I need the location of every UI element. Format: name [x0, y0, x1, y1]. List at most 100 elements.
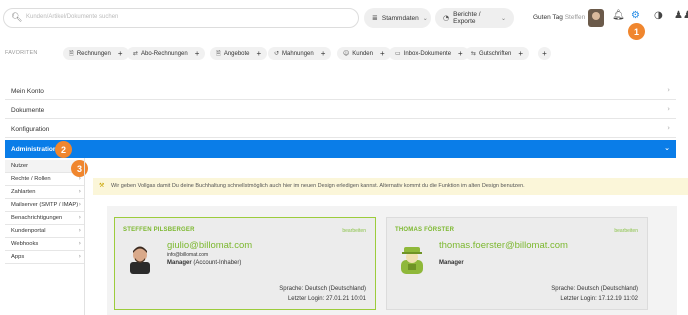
search-icon: 🔍︎: [11, 13, 23, 23]
add-favorite-button[interactable]: +: [538, 47, 551, 60]
search-input[interactable]: 🔍︎ Kunden/Artikel/Dokumente suchen: [3, 8, 359, 28]
gear-icon[interactable]: ⚙: [631, 11, 640, 21]
submenu-label: Apps: [11, 254, 25, 260]
user-avatar: [130, 246, 150, 274]
user-last-login: Letzter Login: 17.12.19 11:02: [560, 296, 638, 302]
callout-badge-3: 3: [71, 160, 88, 177]
edit-user-link[interactable]: bearbeiten: [614, 228, 638, 234]
info-notice: ⚒ Wir geben Vollgas damit Du deine Buchh…: [93, 178, 688, 195]
submenu-label: Mailserver (SMTP / IMAP): [11, 202, 79, 208]
bell-icon[interactable]: 🔔︎: [612, 11, 625, 21]
user-card-steffen[interactable]: STEFFEN PILSBERGER bearbeiten giulio@bil…: [114, 217, 376, 310]
favorite-rechnungen[interactable]: 🗎 Rechnungen +: [63, 47, 129, 60]
berichte-label: Berichte / Exporte: [453, 11, 481, 25]
document-icon: 🗎: [69, 49, 74, 57]
greeting-text: Guten Tag: [533, 14, 563, 21]
plus-icon[interactable]: +: [195, 49, 200, 58]
tools-icon: ⚒: [99, 182, 105, 189]
history-icon: ↺: [274, 50, 280, 57]
favorites-label: FAVORITEN: [5, 50, 38, 56]
chevron-right-icon: ›: [667, 105, 670, 113]
favorite-label: Kunden: [352, 50, 373, 57]
plus-icon[interactable]: +: [118, 49, 123, 58]
submenu-label: Rechte / Rollen: [11, 176, 51, 182]
chevron-right-icon: ›: [78, 214, 81, 221]
globe-icon[interactable]: ◑: [654, 11, 663, 21]
submenu-item-rechte-rollen[interactable]: Rechte / Rollen ›: [5, 173, 84, 186]
submenu-label: Webhooks: [11, 241, 39, 247]
submenu-item-mailserver[interactable]: Mailserver (SMTP / IMAP) ›: [5, 199, 84, 212]
accordion-label: Administration: [11, 146, 57, 153]
chevron-right-icon: ›: [667, 124, 670, 132]
submenu-label: Kundenportal: [11, 228, 46, 234]
chevron-down-icon: ⌄: [664, 144, 670, 152]
accordion-administration[interactable]: Administration ⌄: [5, 140, 676, 158]
database-icon: ≣: [372, 14, 378, 22]
user-language: Sprache: Deutsch (Deutschland): [279, 286, 366, 292]
favorite-gutschriften[interactable]: ⇆ Gutschriften +: [465, 47, 530, 60]
accordion-mein-konto[interactable]: Mein Konto ›: [5, 82, 676, 100]
user-role-title: Manager: [167, 260, 192, 266]
stammdaten-menu-button[interactable]: ≣ Stammdaten ⌄: [364, 8, 431, 28]
user-name: STEFFEN PILSBERGER: [123, 227, 195, 233]
accordion-label: Mein Konto: [11, 88, 44, 95]
notice-text: Wir geben Vollgas damit Du deine Buchhal…: [111, 183, 525, 189]
favorite-mahnungen[interactable]: ↺ Mahnungen +: [268, 47, 332, 60]
favorites-bar: FAVORITEN 🗎 Rechnungen + ⇄ Abo-Rechnunge…: [0, 44, 688, 62]
user-avatar: [401, 247, 423, 274]
favorite-label: Rechnungen: [76, 50, 111, 57]
submenu-item-apps[interactable]: Apps ›: [5, 251, 84, 264]
submenu-item-webhooks[interactable]: Webhooks ›: [5, 238, 84, 251]
top-bar: 🔍︎ Kunden/Artikel/Dokumente suchen ≣ Sta…: [0, 0, 688, 40]
inbox-icon: ▭: [395, 50, 401, 57]
plus-icon[interactable]: +: [518, 49, 523, 58]
refresh-icon: ⇄: [133, 50, 139, 57]
favorite-label: Angebote: [223, 50, 250, 57]
plus-icon[interactable]: +: [458, 49, 463, 58]
chevron-right-icon: ›: [78, 253, 81, 260]
avatar[interactable]: [588, 9, 604, 27]
user-secondary-email: info@billomat.com: [167, 252, 209, 258]
plus-icon[interactable]: +: [321, 49, 326, 58]
user-name: THOMAS FÖRSTER: [395, 227, 455, 233]
stammdaten-label: Stammdaten: [381, 14, 419, 22]
favorite-inbox-dokumente[interactable]: ▭ Inbox-Dokumente +: [389, 47, 469, 60]
submenu-label: Benachrichtigungen: [11, 215, 63, 221]
user-last-login: Letzter Login: 27.01.21 10:01: [287, 296, 366, 302]
edit-user-link[interactable]: bearbeiten: [342, 228, 366, 234]
chevron-right-icon: ›: [78, 227, 81, 234]
favorite-label: Inbox-Dokumente: [403, 50, 452, 57]
user-card-thomas[interactable]: THOMAS FÖRSTER bearbeiten thomas.foerste…: [386, 217, 648, 310]
submenu-item-zahlarten[interactable]: Zahlarten ›: [5, 186, 84, 199]
submenu-item-kundenportal[interactable]: Kundenportal ›: [5, 225, 84, 238]
favorite-label: Abo-Rechnungen: [141, 50, 188, 57]
callout-badge-1: 1: [628, 23, 645, 40]
accordion-konfiguration[interactable]: Konfiguration ›: [5, 120, 676, 138]
user-role: Manager (Account-Inhaber): [167, 260, 241, 266]
user-role: Manager: [439, 260, 464, 266]
chevron-right-icon: ›: [78, 240, 81, 247]
favorite-abo-rechnungen[interactable]: ⇄ Abo-Rechnungen +: [127, 47, 206, 60]
users-icon[interactable]: ♟♟: [674, 11, 688, 21]
plus-icon[interactable]: +: [257, 49, 262, 58]
user-language: Sprache: Deutsch (Deutschland): [551, 286, 638, 292]
person-icon: ☺: [343, 50, 350, 57]
accordion-dokumente[interactable]: Dokumente ›: [5, 101, 676, 119]
favorite-label: Mahnungen: [282, 50, 314, 57]
berichte-menu-button[interactable]: ◔ Berichte / Exporte ⌄: [435, 8, 514, 28]
administration-submenu: Nutzer Rechte / Rollen › Zahlarten › Mai…: [5, 160, 84, 264]
favorite-angebote[interactable]: 🗎 Angebote +: [210, 47, 268, 60]
search-placeholder: Kunden/Artikel/Dokumente suchen: [26, 14, 119, 20]
favorite-kunden[interactable]: ☺ Kunden +: [337, 47, 391, 60]
submenu-label: Zahlarten: [11, 189, 36, 195]
favorite-label: Gutschriften: [479, 50, 512, 57]
chevron-right-icon: ›: [667, 86, 670, 94]
submenu-label: Nutzer: [11, 163, 29, 169]
plus-icon[interactable]: +: [380, 49, 385, 58]
submenu-item-benachrichtigungen[interactable]: Benachrichtigungen ›: [5, 212, 84, 225]
user-email: giulio@billomat.com: [167, 240, 253, 251]
chevron-down-icon: ⌄: [500, 14, 506, 22]
chevron-right-icon: ›: [78, 201, 81, 208]
user-role-title: Manager: [439, 260, 464, 266]
accordion-label: Dokumente: [11, 107, 45, 114]
